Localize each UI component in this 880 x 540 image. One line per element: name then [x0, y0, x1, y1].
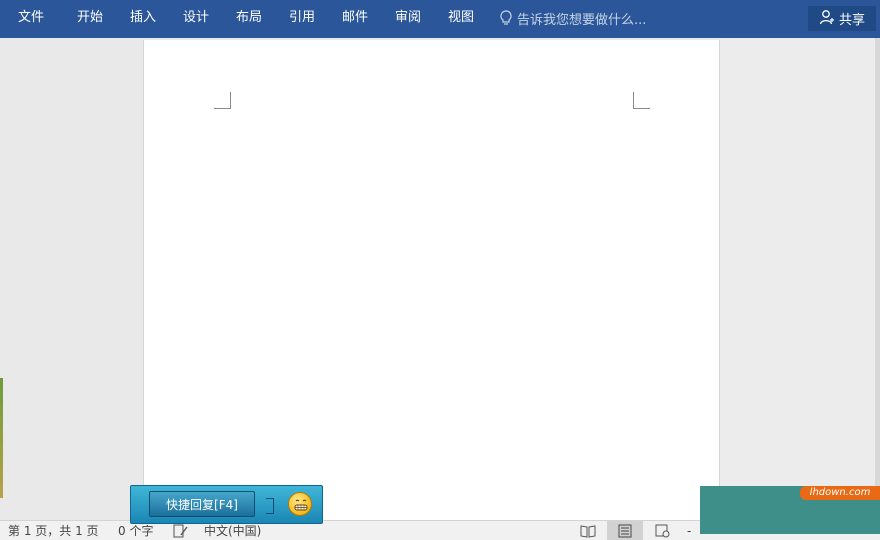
tab-review[interactable]: 审阅 [395, 0, 421, 36]
tab-insert[interactable]: 插入 [130, 0, 156, 36]
margin-corner-top-right [633, 92, 650, 109]
tab-mailings[interactable]: 邮件 [342, 0, 368, 36]
quick-reply-popup: 快捷回复[F4] [130, 485, 323, 524]
web-layout-icon[interactable] [645, 521, 681, 540]
canvas-gutter [720, 38, 880, 520]
zoom-out-button[interactable]: - [687, 523, 691, 539]
tab-layout[interactable]: 布局 [236, 0, 262, 36]
margin-corner-top-left [214, 92, 231, 109]
grinning-face-icon[interactable] [288, 492, 312, 516]
watermark-label: lhdown.com [800, 486, 880, 500]
person-add-icon [819, 9, 835, 29]
lightbulb-icon [500, 10, 512, 26]
proofing-icon[interactable] [173, 524, 189, 540]
desktop-edge [0, 378, 3, 498]
quick-reply-button[interactable]: 快捷回复[F4] [149, 491, 255, 517]
share-label: 共享 [838, 13, 865, 28]
word-count[interactable]: 0 个字 [118, 523, 153, 539]
print-layout-icon[interactable] [607, 521, 643, 540]
read-mode-icon[interactable] [570, 521, 606, 540]
site-watermark: lhdown.com [700, 486, 880, 534]
tab-design[interactable]: 设计 [183, 0, 209, 36]
ribbon-tab-bar: 文件 开始 插入 设计 布局 引用 邮件 审阅 视图 告诉我您想要做什么... … [0, 0, 880, 38]
tab-home[interactable]: 开始 [77, 0, 103, 36]
tell-me-placeholder: 告诉我您想要做什么... [517, 12, 647, 28]
tab-references[interactable]: 引用 [289, 0, 315, 36]
document-canvas[interactable] [0, 38, 880, 520]
tab-file[interactable]: 文件 [18, 0, 44, 36]
tab-view[interactable]: 视图 [448, 0, 474, 36]
page-count[interactable]: 第 1 页，共 1 页 [8, 523, 99, 539]
share-button[interactable]: 共享 [808, 6, 876, 31]
language-indicator[interactable]: 中文(中国) [204, 523, 261, 539]
popup-connector [266, 498, 274, 514]
document-page[interactable] [143, 40, 720, 520]
tell-me-search[interactable]: 告诉我您想要做什么... [500, 0, 646, 36]
vertical-scrollbar[interactable] [875, 38, 880, 520]
